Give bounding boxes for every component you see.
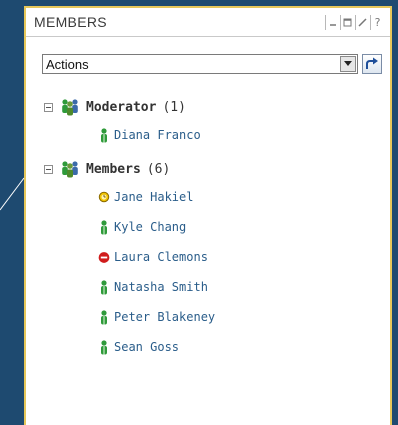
member-item[interactable]: Jane Hakiel bbox=[26, 182, 390, 212]
window-controls: ? bbox=[325, 14, 384, 30]
member-name[interactable]: Diana Franco bbox=[114, 128, 201, 142]
member-item[interactable]: Diana Franco bbox=[26, 120, 390, 150]
members-panel: MEMBERS ? Actions Moderator (1) Diana Fr… bbox=[24, 6, 392, 425]
member-item[interactable]: Peter Blakeney bbox=[26, 302, 390, 332]
user-busy-icon bbox=[98, 249, 110, 265]
chevron-down-icon bbox=[344, 61, 352, 66]
collapse-toggle[interactable] bbox=[44, 164, 53, 174]
collapse-toggle[interactable] bbox=[44, 102, 53, 112]
go-button[interactable] bbox=[362, 54, 382, 74]
user-online-icon bbox=[98, 339, 110, 355]
group-moderator[interactable]: Moderator (1) bbox=[26, 94, 390, 120]
actions-dropdown[interactable]: Actions bbox=[42, 54, 358, 74]
group-name: Moderator bbox=[86, 99, 157, 115]
panel-title: MEMBERS bbox=[34, 14, 107, 30]
member-item[interactable]: Natasha Smith bbox=[26, 272, 390, 302]
help-button[interactable]: ? bbox=[370, 14, 384, 30]
maximize-icon bbox=[343, 18, 352, 26]
help-icon: ? bbox=[374, 15, 381, 29]
minimize-button[interactable] bbox=[325, 14, 339, 30]
group-members[interactable]: Members (6) bbox=[26, 156, 390, 182]
member-name[interactable]: Laura Clemons bbox=[114, 250, 208, 264]
people-group-icon bbox=[59, 98, 81, 116]
member-name[interactable]: Natasha Smith bbox=[114, 280, 208, 294]
user-online-icon bbox=[98, 127, 110, 143]
member-item[interactable]: Kyle Chang bbox=[26, 212, 390, 242]
go-arrow-icon bbox=[366, 57, 378, 69]
group-count: (1) bbox=[162, 99, 186, 115]
members-tree: Moderator (1) Diana Franco Members (6) J… bbox=[26, 94, 390, 362]
member-item[interactable]: Sean Goss bbox=[26, 332, 390, 362]
edit-button[interactable] bbox=[355, 14, 369, 30]
user-away-icon bbox=[98, 189, 110, 205]
pencil-icon bbox=[358, 17, 367, 27]
user-online-icon bbox=[98, 219, 110, 235]
actions-row: Actions bbox=[42, 54, 390, 74]
dropdown-arrow-button[interactable] bbox=[340, 56, 356, 72]
actions-dropdown-value: Actions bbox=[46, 56, 89, 72]
panel-title-bar: MEMBERS ? bbox=[26, 8, 390, 37]
member-name[interactable]: Peter Blakeney bbox=[114, 310, 215, 324]
minimize-icon bbox=[329, 24, 336, 26]
user-online-icon bbox=[98, 279, 110, 295]
user-online-icon bbox=[98, 309, 110, 325]
member-name[interactable]: Jane Hakiel bbox=[114, 190, 193, 204]
member-name[interactable]: Sean Goss bbox=[114, 340, 179, 354]
maximize-button[interactable] bbox=[340, 14, 354, 30]
member-name[interactable]: Kyle Chang bbox=[114, 220, 186, 234]
group-count: (6) bbox=[146, 161, 171, 177]
people-group-icon bbox=[59, 160, 81, 178]
member-item[interactable]: Laura Clemons bbox=[26, 242, 390, 272]
group-name: Members bbox=[86, 161, 141, 177]
